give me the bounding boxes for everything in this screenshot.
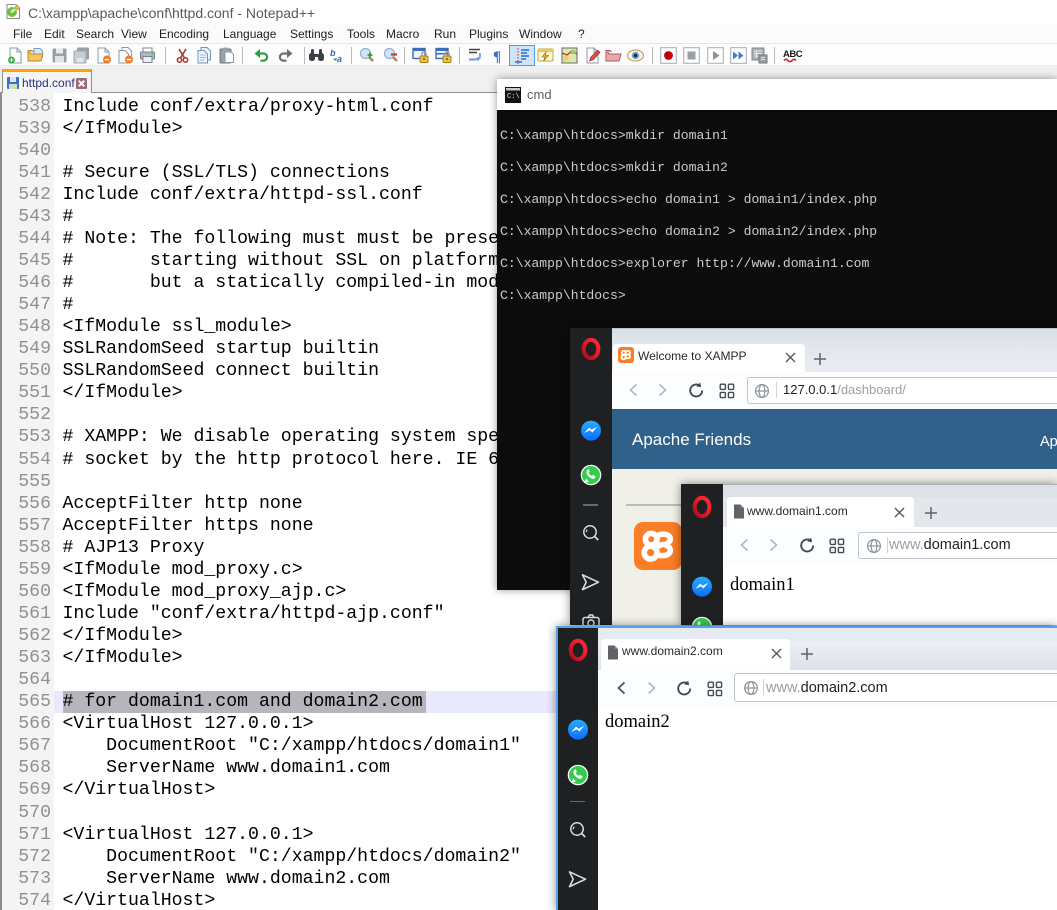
svg-text:a: a [337,54,342,64]
svg-text:ABC: ABC [783,49,803,60]
svg-text:b: b [330,48,336,58]
svg-text:¶: ¶ [493,49,501,64]
svg-text:C:\: C:\ [507,93,520,101]
